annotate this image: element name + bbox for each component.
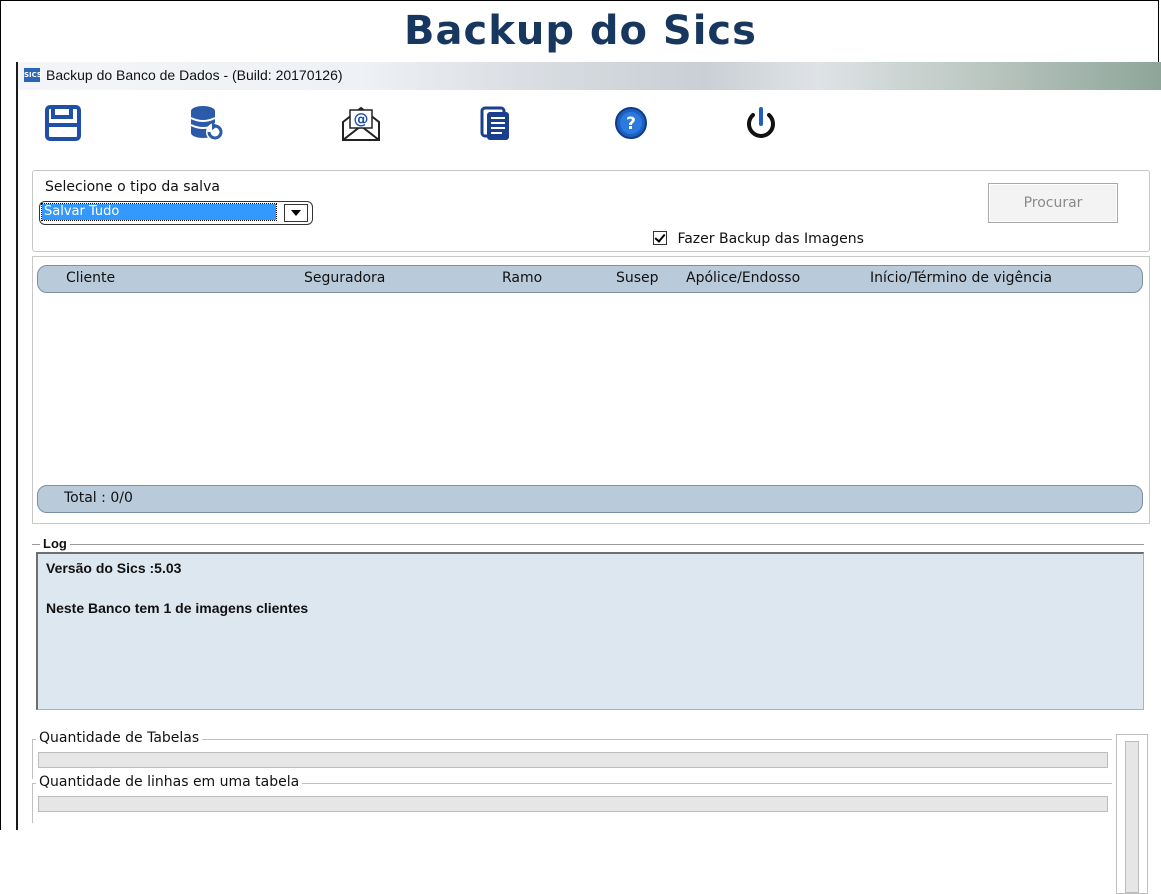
banner-title: Backup do Sics <box>404 8 757 54</box>
save-type-value: Salvar Tudo <box>41 203 277 221</box>
save-type-label: Selecione o tipo da salva <box>45 179 220 195</box>
save-icon <box>45 105 81 141</box>
toolbar: @ ? <box>18 90 1161 168</box>
vertical-progress-frame <box>1116 734 1148 894</box>
total-count: Total : 0/0 <box>64 490 133 506</box>
backup-images-label: Fazer Backup das Imagens <box>677 231 864 247</box>
copy-documents-icon <box>480 106 509 140</box>
column-header-cliente[interactable]: Cliente <box>66 270 115 286</box>
help-button[interactable]: ? <box>608 100 654 146</box>
email-icon: @ <box>342 106 380 141</box>
svg-text:?: ? <box>626 114 636 134</box>
window-title: Backup do Banco de Dados - (Build: 20170… <box>46 67 343 83</box>
help-icon: ? <box>615 107 647 139</box>
app-window: SICS Backup do Banco de Dados - (Build: … <box>16 62 1161 894</box>
copy-documents-button[interactable] <box>472 100 518 146</box>
filter-panel: Selecione o tipo da salva Salvar Tudo Fa… <box>32 170 1150 252</box>
exit-button[interactable] <box>738 100 784 146</box>
tables-progress-bar <box>38 752 1108 768</box>
vertical-progress-bar <box>1125 741 1139 893</box>
log-line: Versão do Sics :5.03 <box>46 560 182 576</box>
log-divider <box>32 544 1144 545</box>
email-button[interactable]: @ <box>338 100 384 146</box>
app-icon: SICS <box>24 68 42 82</box>
rows-progress-group: Quantidade de linhas em uma tabela <box>32 774 1114 830</box>
rows-progress-bar <box>38 796 1108 812</box>
restore-database-button[interactable] <box>184 100 230 146</box>
log-legend: Log <box>40 536 70 551</box>
chevron-down-icon[interactable] <box>284 204 308 222</box>
column-header-vigencia[interactable]: Início/Término de vigência <box>870 270 1052 286</box>
group-border <box>32 739 33 779</box>
save-type-select[interactable]: Salvar Tudo <box>39 201 313 225</box>
power-icon <box>747 107 775 138</box>
backup-images-option[interactable]: Fazer Backup das Imagens <box>653 231 864 247</box>
log-group: Log Versão do Sics :5.03 Neste Banco tem… <box>32 536 1148 716</box>
grid-footer: Total : 0/0 <box>37 485 1143 513</box>
backup-images-checkbox[interactable] <box>653 231 667 245</box>
column-header-apolice[interactable]: Apólice/Endosso <box>686 270 800 286</box>
search-button[interactable]: Procurar <box>988 183 1118 223</box>
banner: Backup do Sics <box>0 0 1161 62</box>
grid-header: Cliente Seguradora Ramo Susep Apólice/En… <box>37 265 1143 293</box>
log-line: Neste Banco tem 1 de imagens clientes <box>46 600 309 616</box>
column-header-ramo[interactable]: Ramo <box>502 270 542 286</box>
group-border <box>32 783 33 823</box>
column-header-seguradora[interactable]: Seguradora <box>304 270 385 286</box>
title-bar[interactable]: SICS Backup do Banco de Dados - (Build: … <box>18 62 1161 90</box>
tables-progress-group: Quantidade de Tabelas <box>32 730 1114 779</box>
database-restore-icon <box>190 106 224 141</box>
log-textarea[interactable]: Versão do Sics :5.03 Neste Banco tem 1 d… <box>36 552 1144 710</box>
column-header-susep[interactable]: Susep <box>616 270 659 286</box>
svg-text:@: @ <box>354 110 369 128</box>
rows-progress-label: Quantidade de linhas em uma tabela <box>36 774 303 790</box>
tables-progress-label: Quantidade de Tabelas <box>36 730 203 746</box>
save-button[interactable] <box>40 100 86 146</box>
results-grid: Cliente Seguradora Ramo Susep Apólice/En… <box>32 256 1150 524</box>
